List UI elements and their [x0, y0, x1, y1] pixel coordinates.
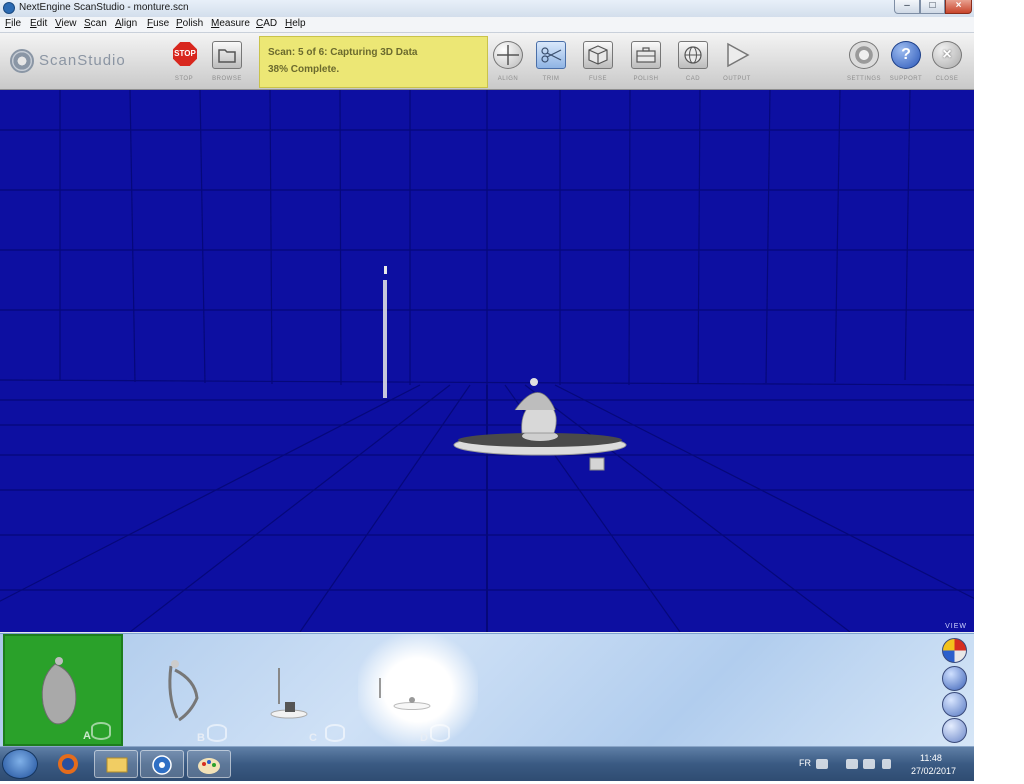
action-center-flag-icon[interactable]	[846, 759, 858, 769]
output-button[interactable]: Output	[716, 39, 758, 87]
polish-label: Polish	[633, 76, 659, 82]
folder-icon	[212, 41, 242, 69]
menu-bar: File Edit View Scan Align Fuse Polish Me…	[0, 17, 974, 33]
points-mode-sphere-icon[interactable]	[942, 718, 967, 743]
scissors-icon	[536, 41, 566, 69]
scan-thumbnail-letter: B	[197, 732, 205, 744]
cylinder-icon	[430, 724, 450, 742]
scanstudio-logo-icon	[10, 49, 34, 73]
app-icon[interactable]	[3, 2, 15, 14]
firefox-icon[interactable]	[46, 750, 90, 778]
scan-thumbnail-letter: D	[420, 732, 428, 744]
scan-thumbnail-b[interactable]: B	[123, 634, 243, 746]
logo-text: ScanStudio	[39, 52, 126, 69]
window-title: NextEngine ScanStudio - monture.scn	[19, 2, 189, 13]
clock-time[interactable]: 11:48	[920, 753, 942, 763]
scan-thumbnail-letter: A	[83, 730, 91, 742]
start-orb-icon[interactable]	[2, 749, 38, 779]
trim-label: Trim	[542, 76, 560, 82]
keyboard-icon[interactable]	[816, 759, 828, 769]
language-indicator[interactable]: FR	[799, 758, 811, 768]
close-label: Close	[935, 76, 959, 82]
minimize-button[interactable]: –	[894, 0, 920, 14]
scanned-mesh	[453, 378, 627, 471]
3d-viewport[interactable]: View	[0, 90, 974, 632]
cube-icon	[583, 41, 613, 69]
menu-scan[interactable]: Scan	[84, 18, 107, 29]
scan-thumbnail-letter: C	[309, 732, 317, 744]
stop-label: Stop	[174, 76, 194, 82]
support-button[interactable]: ? Support	[885, 39, 927, 87]
scan-thumbnail-d[interactable]: D	[358, 634, 478, 746]
align-label: Align	[497, 76, 519, 82]
maximize-button[interactable]: □	[920, 0, 945, 14]
scanstudio-taskbar-icon[interactable]	[140, 750, 184, 778]
clock-date[interactable]: 27/02/2017	[911, 766, 956, 776]
solid-mode-sphere-icon[interactable]	[942, 666, 967, 691]
menu-help[interactable]: Help	[285, 18, 306, 29]
scan-status-panel: Scan: 5 of 6: Capturing 3D Data 38% Comp…	[259, 36, 488, 88]
cad-button[interactable]: CAD	[672, 39, 714, 87]
menu-measure[interactable]: Measure	[211, 18, 250, 29]
browse-label: Browse	[212, 76, 242, 82]
globe-icon	[678, 41, 708, 69]
view-label: View	[945, 623, 967, 630]
paint-icon[interactable]	[187, 750, 231, 778]
menu-fuse[interactable]: Fuse	[147, 18, 169, 29]
menu-edit[interactable]: Edit	[30, 18, 47, 29]
settings-button[interactable]: Settings	[843, 39, 885, 87]
color-mode-sphere-icon[interactable]	[942, 638, 967, 663]
fuse-label: Fuse	[588, 76, 607, 82]
viewport-grid	[0, 90, 974, 632]
scan-thumbnail-a[interactable]: A	[3, 634, 123, 746]
menu-file[interactable]: File	[5, 18, 21, 29]
scan-thumbnail-tray: A B C D	[0, 633, 974, 746]
scan-thumbnail-preview	[379, 678, 431, 710]
gear-icon	[849, 41, 879, 69]
stop-icon: STOP	[173, 42, 197, 66]
support-label: Support	[889, 76, 923, 82]
system-tray: FR 11:48 27/02/2017	[790, 746, 974, 780]
cad-label: CAD	[685, 76, 701, 82]
app-window: NextEngine ScanStudio - monture.scn – □ …	[0, 0, 974, 746]
menu-align[interactable]: Align	[115, 18, 137, 29]
toolbox-icon	[631, 41, 661, 69]
browse-button[interactable]: Browse	[206, 39, 248, 87]
close-window-button[interactable]: ×	[945, 0, 972, 14]
title-bar: NextEngine ScanStudio - monture.scn – □ …	[0, 0, 974, 18]
polish-button[interactable]: Polish	[625, 39, 667, 87]
menu-polish[interactable]: Polish	[176, 18, 203, 29]
stop-button[interactable]: STOP Stop	[163, 39, 205, 87]
scan-point-column	[383, 266, 387, 398]
align-icon	[493, 41, 523, 69]
menu-view[interactable]: View	[55, 18, 77, 29]
scan-thumbnail-c[interactable]: C	[243, 634, 363, 746]
close-icon: ×	[932, 41, 962, 69]
play-icon	[722, 41, 752, 69]
help-icon: ?	[891, 41, 921, 69]
align-button[interactable]: Align	[487, 39, 529, 87]
scan-status-text: Scan: 5 of 6: Capturing 3D Data	[268, 47, 418, 58]
file-explorer-icon[interactable]	[94, 750, 138, 778]
network-icon[interactable]	[863, 759, 875, 769]
cylinder-icon	[91, 722, 111, 740]
trim-button[interactable]: Trim	[530, 39, 572, 87]
cylinder-icon	[325, 724, 345, 742]
fuse-button[interactable]: Fuse	[577, 39, 619, 87]
close-app-button[interactable]: × Close	[926, 39, 968, 87]
menu-cad[interactable]: CAD	[256, 18, 277, 29]
settings-label: Settings	[846, 76, 881, 82]
cylinder-icon	[207, 724, 227, 742]
output-label: Output	[723, 76, 751, 82]
wireframe-mode-sphere-icon[interactable]	[942, 692, 967, 717]
scan-progress-text: 38% Complete.	[268, 64, 340, 75]
volume-icon[interactable]	[882, 759, 891, 769]
